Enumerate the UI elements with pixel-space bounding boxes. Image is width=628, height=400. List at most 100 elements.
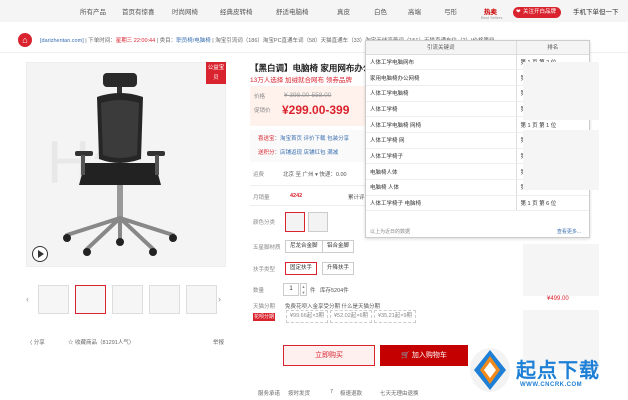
installment-note[interactable]: 免费花呗入金享受分期 什么是天猫分期 <box>285 302 380 310</box>
thumbnail-0[interactable] <box>38 285 69 314</box>
thumbnail-3[interactable] <box>149 285 180 314</box>
frame-option-nylon[interactable]: 尼龙合金脚 <box>285 240 323 253</box>
recommend-item-1[interactable] <box>523 62 599 120</box>
nav-item-premium[interactable]: 高端 <box>408 6 421 16</box>
keyword-cell: 人体工学椅子 电脑椅 <box>366 195 517 212</box>
data-note: 以上为近日的数据 <box>370 229 411 235</box>
nav-item-bow[interactable]: 弓形 <box>444 6 457 16</box>
quantity-stepper[interactable]: ▲ ▼ <box>300 283 307 296</box>
category-label: 类目： <box>159 38 177 44</box>
service-ontime[interactable]: 按时发货 <box>288 389 310 397</box>
service-fast-refund[interactable]: 极速退款 <box>340 389 362 397</box>
thumb-next-icon[interactable]: › <box>218 294 221 304</box>
product-title: 【黑白调】电脑椅 家用网布办公 <box>250 63 372 73</box>
report-link[interactable]: 举报 <box>213 338 224 346</box>
buy-now-button[interactable]: 立即购买 <box>283 345 375 366</box>
nav-item-white[interactable]: 白色 <box>374 6 387 16</box>
follow-brand-button[interactable]: ❤ 关注开白品牌 <box>513 7 561 18</box>
color-swatch-white[interactable] <box>308 212 328 232</box>
thumbnail-2[interactable] <box>112 285 143 314</box>
order-time-value: 星期三 22:00:44 <box>115 38 156 44</box>
cart-icon: 🛒 <box>401 352 412 359</box>
category-link[interactable]: 职员椅/电脑椅 <box>176 38 211 44</box>
quantity-input[interactable]: 1 <box>283 283 299 296</box>
installment-option-3[interactable]: ¥99.66起×3期 <box>286 310 328 323</box>
quantity-label: 数量 <box>253 288 265 294</box>
favorite-label: 收藏商品（81291人气） <box>75 340 135 346</box>
favorite-link[interactable]: ☆ 收藏商品（81291人气） <box>68 338 134 346</box>
service-fast-refund-badge: 7 <box>330 389 334 395</box>
installment-option-6[interactable]: ¥52.02起×6期 <box>330 310 372 323</box>
plugin-logo[interactable]: ⌂ <box>18 33 32 47</box>
armrest-label: 扶手类型 <box>253 267 276 273</box>
order-time-label: 下单时间： <box>88 38 116 44</box>
product-subtitle[interactable]: 13万人选择 加绒就合网布 领券品牌 <box>250 74 352 84</box>
service-seven-day-return[interactable]: 七天无理由退换 <box>380 389 419 397</box>
huabei-tag: 花呗分期 <box>253 313 275 321</box>
promo-row-1: 喜送宝：淘宝首页 评价下载 包装分享 <box>258 136 350 142</box>
promo-tag: 送积分 <box>258 150 275 156</box>
price-box: 价格 ¥ 398.00-558.00 促销价 ¥299.00-399 <box>250 86 365 126</box>
monthly-sales-value: 4242 <box>290 193 303 199</box>
armrest-option-fixed[interactable]: 固定扶手 <box>285 262 318 275</box>
promo-tag: 喜送宝 <box>258 136 275 142</box>
keyword-cell: 人体工学椅子 <box>366 148 517 165</box>
office-chair-image: Ha <box>27 63 225 266</box>
main-product-image[interactable]: Ha <box>26 62 226 267</box>
site-link[interactable]: [darizhentan.com] <box>40 38 84 44</box>
thumbnail-4[interactable] <box>186 285 217 314</box>
color-label: 颜色分类 <box>253 220 276 226</box>
quantity-unit: 件 <box>310 288 316 294</box>
promo-links[interactable]: 淘宝首页 评价下载 包装分享 <box>280 136 349 142</box>
price-label: 价格 <box>254 94 266 100</box>
recommend-item-2[interactable] <box>523 130 599 190</box>
installment-option-9[interactable]: ¥35.21起×9期 <box>374 310 416 323</box>
nav-item-mesh-chair[interactable]: 时尚网椅 <box>172 6 198 16</box>
armrest-option-lift[interactable]: 升降扶手 <box>322 262 355 275</box>
keyword-cell: 电脑椅人体 <box>366 163 517 180</box>
nav-item-genuine-leather[interactable]: 真皮 <box>337 6 350 16</box>
stock-count: 库存5204件 <box>320 288 349 294</box>
column-header-keyword: 引流关键词 <box>366 41 517 55</box>
original-price: ¥ 398.00-558.00 <box>284 92 332 99</box>
column-header-rank: 排名 <box>516 41 589 55</box>
nav-item-home[interactable]: 首页有惊喜 <box>122 6 155 16</box>
keyword-cell: 人体工学电脑网布 <box>366 54 517 71</box>
promo-links[interactable]: 店铺返现 店铺红包 满减 <box>280 150 338 156</box>
frame-option-aluminum[interactable]: 铝合金脚 <box>322 240 355 253</box>
watermark-logo-icon <box>470 348 510 392</box>
share-label: 分享 <box>33 340 45 346</box>
play-video-icon[interactable] <box>32 246 48 262</box>
promotion-box: 喜送宝：淘宝首页 评价下载 包装分享 送积分：店铺返现 店铺红包 满减 <box>250 130 365 162</box>
monthly-sales-label: 月销量 <box>253 195 270 201</box>
add-to-cart-label: 加入购物车 <box>411 352 447 359</box>
star-icon: ☆ <box>68 340 76 346</box>
top-navigation: 所有产品 首页有惊喜 时尚网椅 经典皮转椅 舒适电脑椅 真皮 白色 高端 弓形 … <box>0 0 628 22</box>
keyword-cell: 家用电脑椅办公网椅 <box>366 69 517 86</box>
divider <box>250 205 365 206</box>
mobile-order-link[interactable]: 手机下单但一下 <box>573 6 619 16</box>
share-link[interactable]: ⟨ 分享 <box>30 338 45 346</box>
keyword-cell: 电脑椅 人体 <box>366 179 517 196</box>
charity-badge: 公益宝贝 <box>206 62 226 84</box>
recommend-item-3[interactable] <box>523 244 599 296</box>
keyword-cell: 人体工学电脑椅 <box>366 85 517 102</box>
promo-row-2: 送积分：店铺返现 店铺红包 满减 <box>258 150 339 156</box>
nav-item-all-products[interactable]: 所有产品 <box>80 6 106 16</box>
thumb-prev-icon[interactable]: ‹ <box>26 294 29 304</box>
shipping-value[interactable]: 北京 至 广州 ▾ 快递：0.00 <box>283 170 347 178</box>
keyword-cell: 人体工学椅 网 <box>366 132 517 149</box>
nav-item-leather-chair[interactable]: 经典皮转椅 <box>220 6 253 16</box>
tmall-installment-label: 天猫分期 <box>253 304 276 310</box>
thumbnail-1[interactable] <box>75 285 106 314</box>
nav-hot-subtitle: Best Sellers <box>481 15 503 20</box>
watermark-text: 起点下载 <box>516 360 600 382</box>
keyword-cell: 人体工学电脑椅 网椅 <box>366 116 517 133</box>
add-to-cart-button[interactable]: 🛒 加入购物车 <box>380 345 468 366</box>
total-reviews-label: 累计评 <box>348 195 365 201</box>
nav-item-comfort-chair[interactable]: 舒适电脑椅 <box>276 6 309 16</box>
color-swatch-black[interactable] <box>285 212 305 232</box>
follow-brand-label: 关注开白品牌 <box>523 9 557 15</box>
frame-label: 五星脚材质 <box>253 245 281 251</box>
promo-price-label: 促销价 <box>254 108 271 114</box>
